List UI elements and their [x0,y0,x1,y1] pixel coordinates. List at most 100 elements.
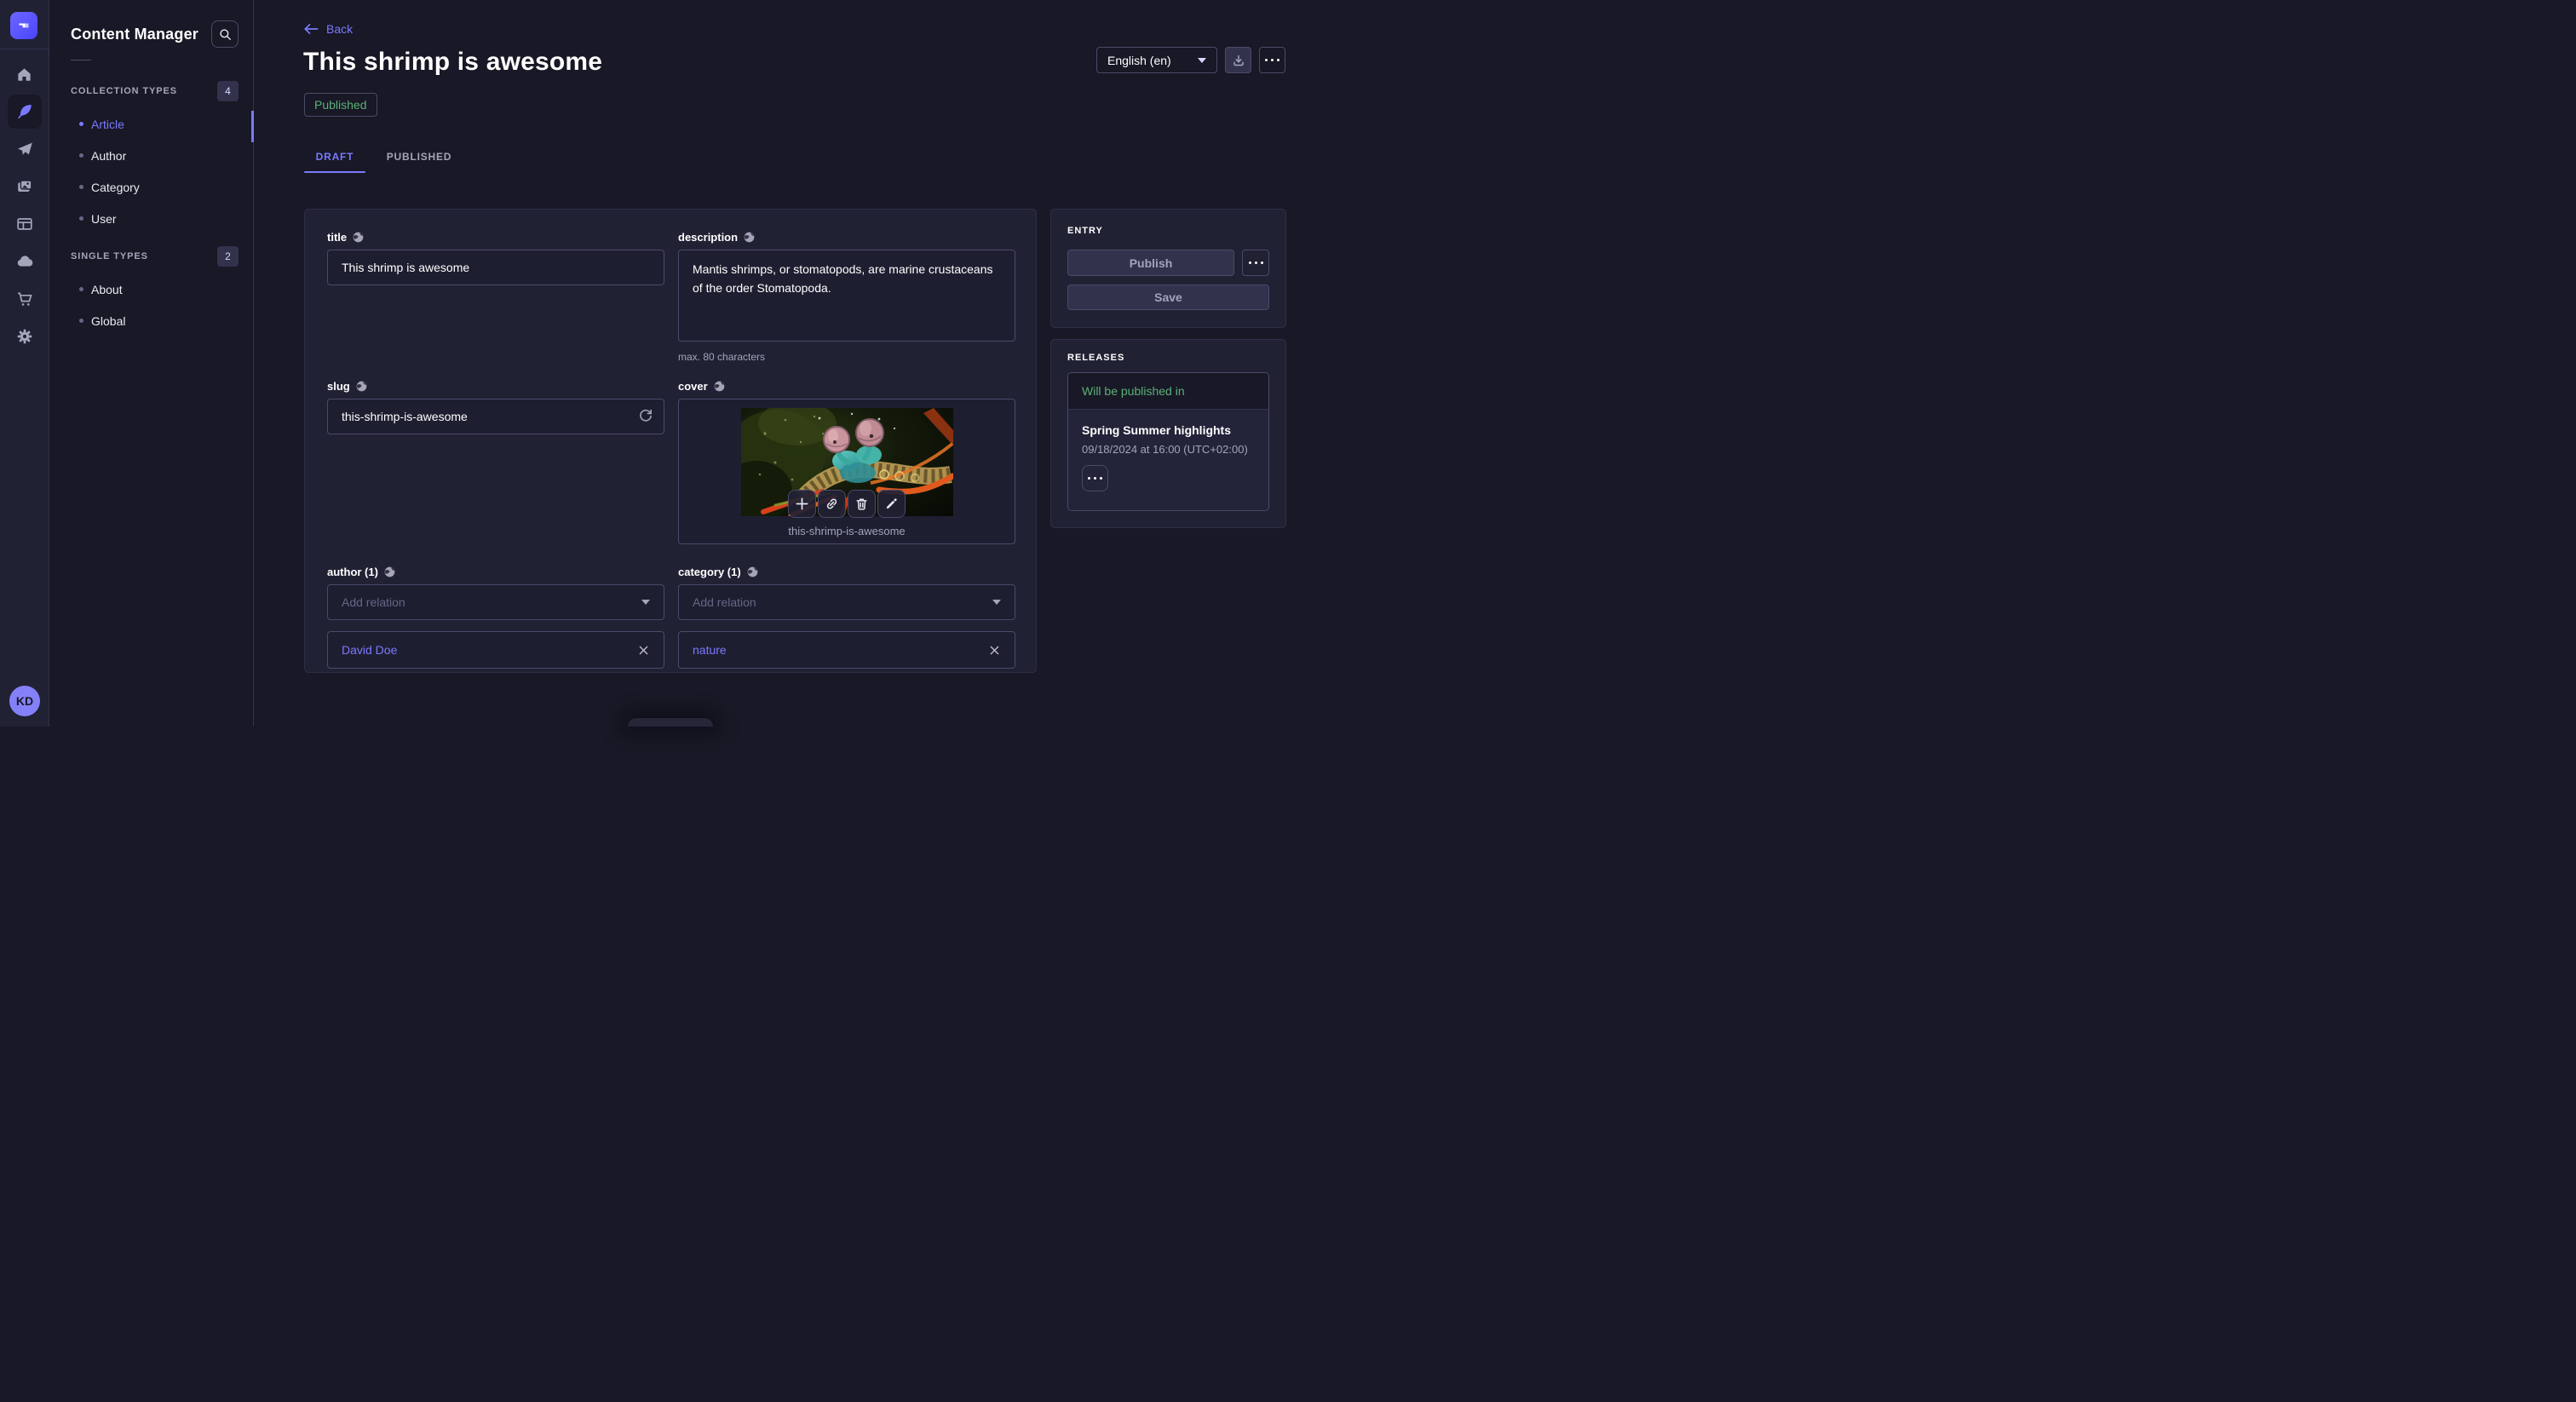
slug-field-label: slug [327,380,350,393]
delete-icon[interactable] [848,490,876,518]
collection-types-label: COLLECTION TYPES [71,86,177,96]
combobox-placeholder: Add relation [342,595,405,609]
content-type-builder-icon[interactable] [6,205,43,243]
bullet-icon [79,287,83,291]
release-date: 09/18/2024 at 16:00 (UTC+02:00) [1082,443,1255,456]
status-badge: Published [304,93,377,117]
release-card: Will be published in Spring Summer highl… [1067,372,1269,511]
description-field: description Mantis shrimps, or stomatopo… [678,231,1015,363]
send-plane-icon[interactable] [6,130,43,168]
author-relation-item: David Doe [327,631,664,669]
author-relation-combobox[interactable]: Add relation [327,584,664,620]
relation-link-david-doe[interactable]: David Doe [342,643,397,657]
category-field-label: category (1) [678,566,741,578]
save-button[interactable]: Save [1067,284,1269,310]
chevron-down-icon [1198,58,1206,63]
sidebar-item-category[interactable]: Category [49,171,253,203]
sidebar-item-label: Article [91,118,124,131]
entry-panel-title: ENTRY [1067,226,1269,236]
cover-field: cover [678,380,1015,544]
title-field: title [327,231,664,285]
active-item-indicator [251,111,254,142]
download-icon[interactable] [1225,47,1251,73]
release-more-icon[interactable] [1082,465,1108,491]
bullet-icon [79,216,83,221]
search-icon[interactable] [211,20,239,48]
sidebar-item-label: User [91,212,117,226]
bullet-icon [79,153,83,158]
page-title: This shrimp is awesome [303,48,602,77]
cover-field-label: cover [678,380,708,393]
single-types-count-badge: 2 [217,246,239,267]
locale-value: English (en) [1107,54,1171,67]
sidebar-title: Content Manager [71,26,198,43]
back-label: Back [326,22,353,36]
content-manager-sidebar: Content Manager COLLECTION TYPES 4 Artic… [49,0,254,727]
sidebar-item-article[interactable]: Article [49,108,253,140]
author-field: author (1) Add relation David Doe [327,566,664,669]
version-tabs: DRAFT PUBLISHED [304,141,460,171]
back-link[interactable]: Back [304,22,353,36]
cover-asset-card: this-shrimp-is-awesome [678,399,1015,544]
app-root: KD Content Manager COLLECTION TYPES 4 Ar… [0,0,1336,727]
bullet-icon [79,319,83,323]
cloud-icon[interactable] [6,243,43,280]
cover-actions [679,490,1015,518]
category-field: category (1) Add relation nature [678,566,1015,669]
locale-globe-icon [384,566,395,577]
sidebar-item-about[interactable]: About [49,273,253,305]
bottom-floating-pill[interactable] [628,718,713,727]
tab-published[interactable]: PUBLISHED [378,141,460,171]
strapi-logo-glyph [16,18,32,33]
sidebar-item-label: Category [91,181,140,194]
release-card-header: Will be published in [1068,373,1268,410]
edit-icon[interactable] [877,490,906,518]
chevron-down-icon [641,600,650,605]
sidebar-item-user[interactable]: User [49,203,253,234]
relation-link-nature[interactable]: nature [693,643,727,657]
bullet-icon [79,122,83,126]
active-tab-underline [304,171,365,173]
category-relation-combobox[interactable]: Add relation [678,584,1015,620]
description-textarea[interactable]: Mantis shrimps, or stomatopods, are mari… [678,250,1015,342]
combobox-placeholder: Add relation [693,595,756,609]
media-library-icon[interactable] [6,168,43,205]
description-hint: max. 80 characters [678,351,1015,363]
sidebar-item-label: About [91,283,123,296]
add-icon[interactable] [788,490,816,518]
locale-globe-icon [356,381,367,392]
more-horizontal-icon[interactable] [1259,47,1285,73]
main-content: Back This shrimp is awesome Published DR… [254,0,1336,727]
settings-gear-icon[interactable] [6,318,43,355]
marketplace-cart-icon[interactable] [6,280,43,318]
main-nav-rail: KD [0,0,49,727]
title-input[interactable] [327,250,664,285]
avatar[interactable]: KD [9,686,40,716]
description-field-label: description [678,231,738,244]
slug-field: slug [327,380,664,434]
strapi-logo[interactable] [10,12,37,39]
release-name[interactable]: Spring Summer highlights [1082,423,1255,437]
single-types-label: SINGLE TYPES [71,251,148,261]
sidebar-item-label: Global [91,314,125,328]
locale-select[interactable]: English (en) [1096,47,1217,73]
sidebar-item-global[interactable]: Global [49,305,253,336]
collection-types-count-badge: 4 [217,81,239,101]
sidebar-item-author[interactable]: Author [49,140,253,171]
edit-form-panel: title description [304,209,1037,673]
home-icon[interactable] [6,55,43,93]
slug-input[interactable] [327,399,664,434]
entry-more-icon[interactable] [1242,250,1269,276]
tab-draft[interactable]: DRAFT [304,141,365,171]
remove-relation-icon[interactable] [635,642,652,658]
copy-link-icon[interactable] [818,490,846,518]
regenerate-icon[interactable] [638,408,653,428]
publish-button[interactable]: Publish [1067,250,1234,276]
rail-icon-list [0,55,49,355]
sidebar-item-label: Author [91,149,126,163]
locale-globe-icon [744,232,755,243]
entry-panel: ENTRY Publish Save [1050,209,1286,328]
remove-relation-icon[interactable] [986,642,1003,658]
content-manager-feather-icon[interactable] [6,93,43,130]
releases-panel: RELEASES Will be published in Spring Sum… [1050,339,1286,528]
